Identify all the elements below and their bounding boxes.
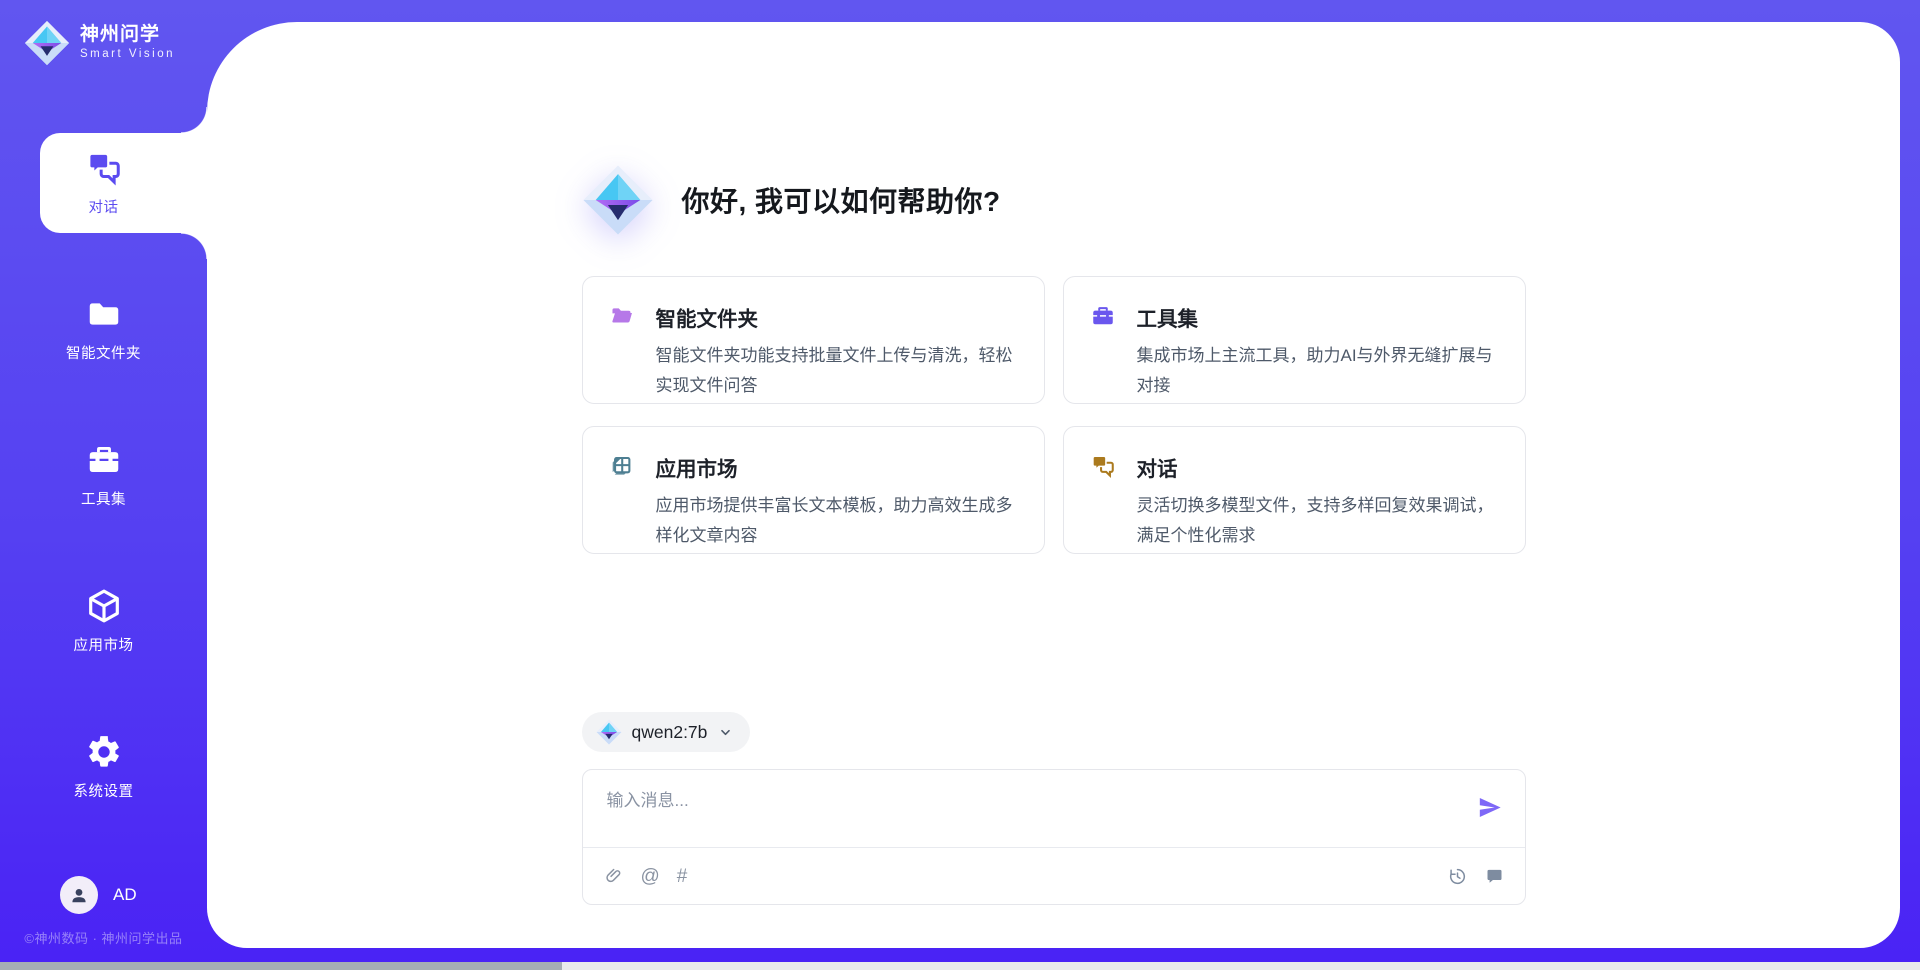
open-folder-icon [609,303,635,329]
sidebar-item-label: 应用市场 [74,634,134,655]
sidebar-item-chat[interactable]: 对话 [0,133,207,233]
sidebar-item-label: 智能文件夹 [66,342,141,363]
active-tab-background [40,133,207,233]
greeting: 你好, 我可以如何帮助你? [582,164,1001,236]
chevron-down-icon [717,724,734,741]
sidebar-item-label: 系统设置 [74,780,134,801]
copyright-text: ©神州数码 · 神州问学出品 [0,928,207,947]
person-avatar-icon [60,876,98,914]
user-initials: AD [113,885,137,905]
scrollbar-thumb[interactable] [0,962,562,970]
briefcase-icon [85,441,123,479]
feature-card-smart-folder[interactable]: 智能文件夹 智能文件夹功能支持批量文件上传与清洗，轻松实现文件问答 [582,276,1045,404]
user-account[interactable]: AD [60,876,137,914]
horizontal-scrollbar[interactable] [0,962,1920,970]
sidebar-item-toolset[interactable]: 工具集 [0,425,207,525]
greeting-gem-logo-icon [582,164,654,236]
cube-icon [85,587,123,625]
folder-icon [85,295,123,333]
card-description: 集成市场上主流工具，助力AI与外界无缝扩展与对接 [1137,341,1501,401]
history-icon[interactable] [1447,866,1468,887]
main-content-panel: 你好, 我可以如何帮助你? 智能文件夹 智能文件夹功能支持批量文件上传与清洗，轻… [207,22,1900,948]
grid-cube-icon [609,453,635,479]
brand-gem-logo-icon [24,20,70,66]
gear-icon [85,733,123,771]
feature-card-chat[interactable]: 对话 灵活切换多模型文件，支持多样回复效果调试，满足个性化需求 [1063,426,1526,554]
sidebar-item-label: 工具集 [81,488,126,509]
card-title: 智能文件夹 [656,302,1020,332]
card-title: 对话 [1137,452,1501,482]
at-symbol-icon[interactable]: @ [641,866,660,887]
message-composer: @ # [582,769,1526,905]
sidebar-item-smart-folder[interactable]: 智能文件夹 [0,279,207,379]
feature-card-app-market[interactable]: 应用市场 应用市场提供丰富长文本模板，助力高效生成多样化文章内容 [582,426,1045,554]
brand-subtitle: Smart Vision [80,48,175,61]
card-description: 应用市场提供丰富长文本模板，助力高效生成多样化文章内容 [656,491,1020,551]
brand: 神州问学 Smart Vision [24,20,175,66]
send-button[interactable] [1476,794,1503,821]
greeting-title: 你好, 我可以如何帮助你? [682,180,1001,220]
sidebar-item-settings[interactable]: 系统设置 [0,717,207,817]
sidebar-item-label: 对话 [89,196,119,217]
model-gem-logo-icon [596,719,622,745]
card-title: 应用市场 [656,452,1020,482]
hash-symbol-icon[interactable]: # [677,866,688,887]
brand-name: 神州问学 [80,24,175,46]
feature-cards: 智能文件夹 智能文件夹功能支持批量文件上传与清洗，轻松实现文件问答 工具集 [582,276,1526,554]
sidebar-item-app-market[interactable]: 应用市场 [0,571,207,671]
briefcase-icon [1090,303,1116,329]
card-title: 工具集 [1137,302,1501,332]
chat-bubble-icon[interactable] [1484,866,1505,887]
sidebar: 神州问学 Smart Vision 对话 智能文件夹 [0,0,207,970]
card-description: 智能文件夹功能支持批量文件上传与清洗，轻松实现文件问答 [656,341,1020,401]
model-name: qwen2:7b [632,722,708,743]
sidebar-nav: 对话 智能文件夹 工具集 [0,133,207,817]
composer-toolbar: @ # [583,847,1525,904]
chat-bubbles-icon [1090,453,1116,479]
model-selector[interactable]: qwen2:7b [582,712,751,752]
paperclip-icon[interactable] [603,866,624,887]
send-plane-icon [1476,794,1503,821]
feature-card-toolset[interactable]: 工具集 集成市场上主流工具，助力AI与外界无缝扩展与对接 [1063,276,1526,404]
card-description: 灵活切换多模型文件，支持多样回复效果调试，满足个性化需求 [1137,491,1501,551]
message-input[interactable] [605,784,1465,842]
chat-bubbles-icon [85,149,123,187]
